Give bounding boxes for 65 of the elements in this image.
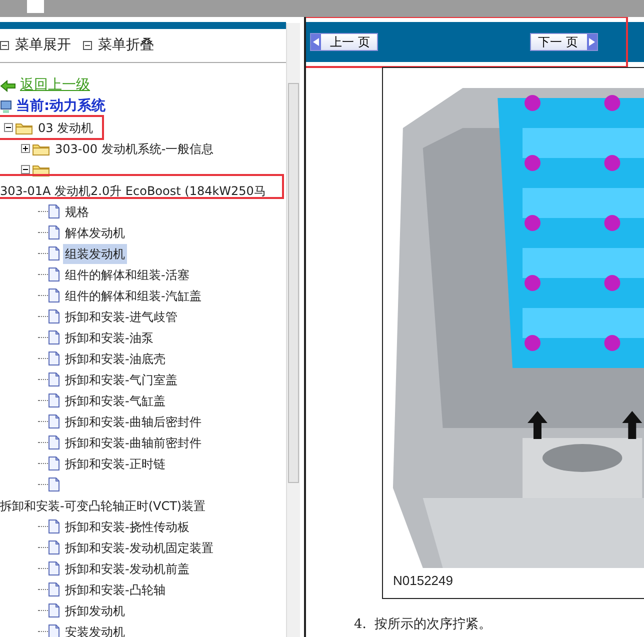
document-icon [48,309,60,324]
document-icon [48,540,60,555]
document-icon [48,372,60,387]
tree-item[interactable]: 拆卸和安装-发动机前盖 [63,558,192,578]
tree-item[interactable]: 03 发动机 [36,118,96,138]
tree-item[interactable]: 拆卸和安装-曲轴前密封件 [63,432,204,452]
menu-button[interactable]: 菜单展开 [0,35,71,56]
tree-item[interactable]: 组件的解体和组装-汽缸盖 [63,286,204,306]
menu-icon [0,41,9,50]
document-icon [48,603,60,618]
window-control [27,0,44,13]
folder-icon [15,120,33,134]
back-link[interactable]: 返回上一级 [20,75,90,96]
document-icon [48,414,60,429]
document-icon [48,456,60,471]
menu-button[interactable]: 菜单折叠 [83,35,154,56]
scrollbar[interactable] [286,23,300,637]
tree-item[interactable]: 拆卸和安装-曲轴后密封件 [63,412,204,432]
tree-item[interactable]: 拆卸和安装-气门室盖 [63,370,180,390]
document-icon [48,267,60,282]
figure-caption: N0152249 [393,572,453,590]
document-icon [48,204,60,219]
tree-item[interactable]: 303-00 发动机系统-一般信息 [53,138,216,158]
current-location: 当前:动力系统 [16,97,106,116]
computer-icon [0,100,12,114]
document-icon [48,519,60,534]
tree-item[interactable]: 组件的解体和组装-活塞 [63,264,192,284]
tree-item[interactable]: 组装发动机 [63,244,127,264]
tree-item[interactable]: 解体发动机 [63,222,127,242]
tree-item[interactable]: 规格 [63,202,91,222]
tree-item[interactable]: 拆卸和安装-正时链 [63,454,168,474]
document-icon [48,582,60,597]
back-arrow-icon [0,80,16,92]
tree-item[interactable]: 拆卸和安装-进气歧管 [63,306,180,326]
document-icon [48,435,60,450]
tree-item[interactable]: 拆卸和安装-油泵 [63,328,156,348]
menu-icon [83,41,92,50]
next-page-button[interactable]: 下一 页 [530,33,598,51]
document-icon [48,393,60,408]
document-icon [48,288,60,303]
document-icon [48,246,60,261]
document-icon [48,561,60,576]
document-icon [48,351,60,366]
step-text: 按所示的次序拧紧。 [374,616,492,634]
expand-toggle[interactable] [21,144,30,153]
document-icon [48,477,60,492]
folder-icon [32,162,50,176]
tree-item[interactable]: 拆卸和安装-油底壳 [63,348,168,368]
tree-item[interactable]: 拆卸和安装-凸轮轴 [63,580,168,600]
tree-item[interactable]: 拆卸和安装-挠性传动板 [63,516,192,536]
tree-item[interactable]: 拆卸和安装-气缸盖 [63,390,168,410]
document-icon [48,330,60,345]
tree-item[interactable]: 拆卸和安装-发动机固定装置 [63,538,216,558]
tree-item[interactable]: 303-01A 发动机2.0升 EcoBoost (184kW250马 [0,180,268,200]
tree-item[interactable]: 拆卸发动机 [63,600,127,620]
previous-page-button[interactable]: 上一 页 [310,33,378,51]
step-number: 4. [354,616,366,634]
folder-icon [32,142,50,156]
collapse-toggle[interactable] [4,123,13,132]
scrollbar-thumb[interactable] [288,83,299,483]
document-icon [48,225,60,240]
collapse-toggle[interactable] [21,165,30,174]
tree-item[interactable]: 拆卸和安装-可变凸轮轴正时(VCT)装置 [0,496,208,516]
tree-item[interactable]: 安装发动机 [63,622,127,637]
document-icon [48,624,60,637]
